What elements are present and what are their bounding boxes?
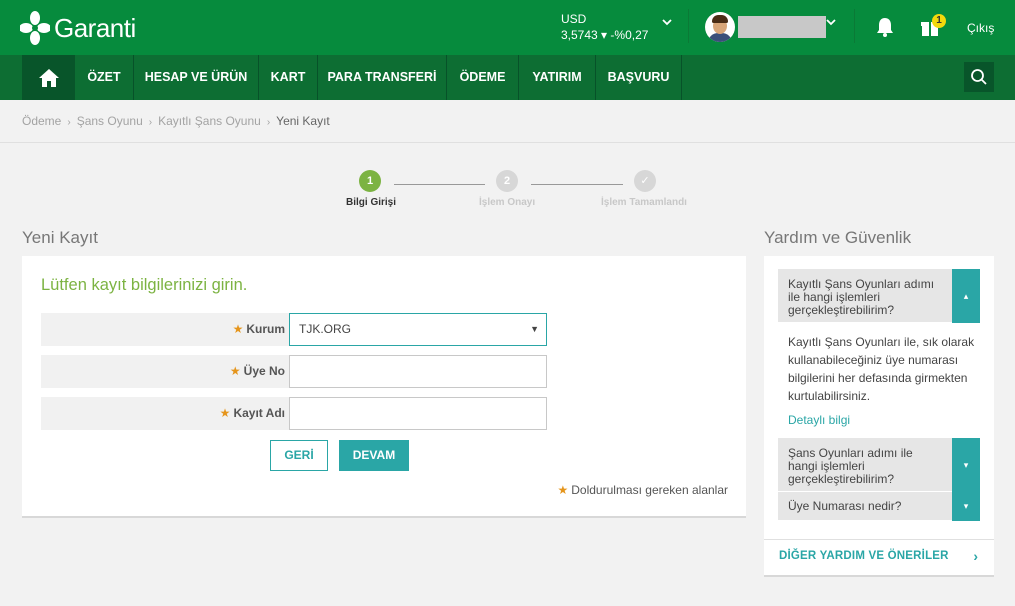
- step-connector: [531, 184, 623, 185]
- continue-button[interactable]: DEVAM: [339, 440, 409, 471]
- nav-item-ozet[interactable]: ÖZET: [75, 55, 134, 100]
- header-divider: [854, 9, 855, 43]
- home-icon: [38, 68, 59, 87]
- user-menu-chevron-down-icon[interactable]: [826, 18, 836, 26]
- nav-item-hesap-ve-urun[interactable]: HESAP VE ÜRÜN: [134, 55, 259, 100]
- detailed-info-link[interactable]: Detaylı bilgi: [788, 413, 850, 427]
- form-heading: Lütfen kayıt bilgilerinizi girin.: [41, 276, 248, 294]
- required-fields-note: ★ Doldurulması gereken alanlar: [557, 483, 728, 497]
- breadcrumb-item[interactable]: Ödeme: [22, 114, 61, 128]
- header-divider: [688, 9, 689, 43]
- chevron-right-icon: ›: [266, 117, 271, 128]
- main-nav: ÖZET HESAP VE ÜRÜN KART PARA TRANSFERİ Ö…: [0, 55, 1015, 100]
- notification-badge: 1: [932, 14, 946, 28]
- faq-question: Şans Oyunları adımı ile hangi işlemleri …: [788, 446, 913, 486]
- form-section-title: Yeni Kayıt: [22, 228, 98, 247]
- faq-answer: Kayıtlı Şans Oyunları ile, sık olarak ku…: [788, 335, 975, 403]
- currency-change: -%0,27: [610, 28, 649, 42]
- nav-item-odeme[interactable]: ÖDEME: [447, 55, 519, 100]
- kayit-adi-input[interactable]: [289, 397, 547, 430]
- step-1-indicator: 1: [359, 170, 381, 192]
- top-header: Garanti USD 3,5743 ▾ -%0,27 1 Çıkış: [0, 0, 1015, 55]
- nav-item-yatirim[interactable]: YATIRIM: [519, 55, 596, 100]
- faq-item-3[interactable]: Üye Numarası nedir? ▾: [778, 492, 980, 521]
- uye-no-input[interactable]: [289, 355, 547, 388]
- chevron-down-icon[interactable]: ▾: [952, 438, 980, 492]
- registration-form: Lütfen kayıt bilgilerinizi girin. ★ Kurum…: [22, 256, 746, 518]
- username-redacted[interactable]: [738, 16, 826, 38]
- step-connector: [394, 184, 485, 185]
- field-label-kayit-adi: ★ Kayıt Adı: [219, 406, 285, 420]
- chevron-down-icon[interactable]: ▾: [952, 492, 980, 521]
- nav-item-para-transferi[interactable]: PARA TRANSFERİ: [318, 55, 447, 100]
- nav-home-button[interactable]: [22, 55, 75, 100]
- bell-icon[interactable]: [874, 16, 896, 38]
- chevron-right-icon: ›: [67, 117, 71, 128]
- user-avatar[interactable]: [705, 12, 735, 42]
- faq-item-2[interactable]: Şans Oyunları adımı ile hangi işlemleri …: [778, 438, 980, 492]
- chevron-right-icon: ›: [148, 117, 153, 128]
- currency-rate-value: 3,5743: [561, 28, 598, 42]
- kurum-select-value: TJK.ORG: [299, 322, 352, 336]
- faq-question: Kayıtlı Şans Oyunları adımı ile hangi iş…: [788, 277, 935, 317]
- required-star-icon: ★: [229, 364, 241, 378]
- step-2-indicator: 2: [496, 170, 518, 192]
- currency-widget[interactable]: USD 3,5743 ▾ -%0,27: [561, 11, 648, 43]
- required-star-icon: ★: [557, 483, 569, 497]
- form-row-uye-no: ★ Üye No: [41, 355, 547, 388]
- breadcrumb-current: Yeni Kayıt: [276, 114, 330, 128]
- breadcrumb-item[interactable]: Şans Oyunu: [77, 114, 143, 128]
- logo-text: Garanti: [54, 12, 136, 43]
- step-3-check-icon: ✓: [634, 170, 656, 192]
- back-button[interactable]: GERİ: [270, 440, 328, 471]
- nav-item-basvuru[interactable]: BAŞVURU: [596, 55, 682, 100]
- more-help-link[interactable]: DİĞER YARDIM VE ÖNERİLER: [779, 550, 949, 562]
- breadcrumb-divider: [0, 142, 1015, 143]
- breadcrumb-item[interactable]: Kayıtlı Şans Oyunu: [158, 114, 261, 128]
- search-icon: [971, 69, 987, 85]
- kurum-select[interactable]: TJK.ORG ▼: [289, 313, 547, 346]
- clover-logo-icon: [20, 11, 50, 45]
- faq-item-1[interactable]: Kayıtlı Şans Oyunları adımı ile hangi iş…: [778, 269, 980, 323]
- help-divider: [764, 539, 994, 540]
- breadcrumb: Ödeme › Şans Oyunu › Kayıtlı Şans Oyunu › Yeni…: [22, 114, 330, 128]
- chevron-right-icon[interactable]: ›: [973, 548, 978, 564]
- step-2-label: İşlem Onayı: [479, 197, 536, 208]
- field-label-uye-no: ★ Üye No: [229, 364, 285, 378]
- currency-code: USD: [561, 12, 587, 26]
- currency-chevron-down-icon[interactable]: [662, 18, 672, 26]
- nav-search-button[interactable]: [964, 62, 994, 92]
- help-panel: Kayıtlı Şans Oyunları adımı ile hangi iş…: [764, 256, 994, 577]
- help-section-title: Yardım ve Güvenlik: [764, 228, 912, 247]
- step-3-label: İşlem Tamamlandı: [601, 197, 687, 208]
- nav-item-kart[interactable]: KART: [259, 55, 318, 100]
- chevron-up-icon[interactable]: ▴: [952, 269, 980, 323]
- currency-rate: 3,5743 ▾ -%0,27: [561, 27, 648, 43]
- form-row-kayit-adi: ★ Kayıt Adı: [41, 397, 547, 430]
- field-label-kurum: ★ Kurum: [232, 322, 285, 336]
- form-row-kurum: ★ Kurum TJK.ORG ▼: [41, 313, 547, 346]
- dropdown-arrow-icon: ▼: [530, 324, 539, 334]
- faq-question: Üye Numarası nedir?: [788, 499, 902, 513]
- logout-link[interactable]: Çıkış: [967, 21, 994, 35]
- trend-down-icon: ▾: [601, 28, 608, 42]
- required-star-icon: ★: [219, 406, 231, 420]
- required-star-icon: ★: [232, 322, 244, 336]
- step-1-label: Bilgi Girişi: [346, 197, 397, 208]
- garanti-logo[interactable]: Garanti: [20, 10, 136, 46]
